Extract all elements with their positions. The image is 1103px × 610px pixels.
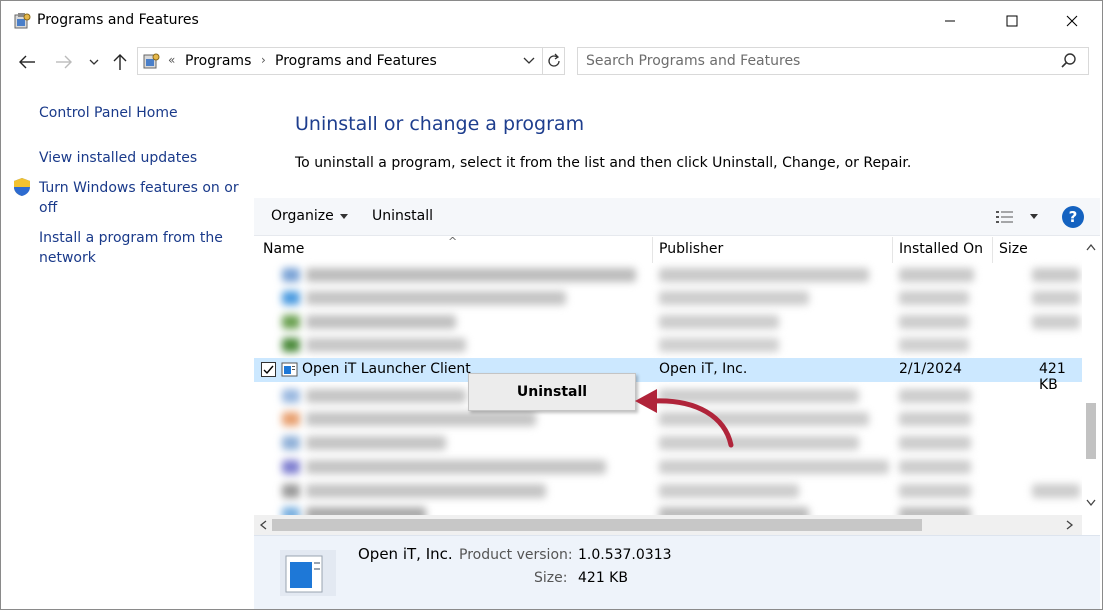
program-installed-on: 2/1/2024 (899, 361, 962, 377)
help-button[interactable]: ? (1062, 206, 1084, 228)
sort-ascending-icon: ^ (448, 237, 458, 248)
close-icon (1066, 15, 1078, 27)
page-title: Uninstall or change a program (295, 113, 585, 135)
breadcrumb-separator-icon: › (261, 53, 266, 67)
up-button[interactable] (109, 51, 131, 73)
turn-windows-features-link[interactable]: Turn Windows features on or off (39, 178, 239, 218)
control-panel-icon (143, 53, 160, 69)
address-dropdown-button[interactable] (520, 52, 538, 70)
program-publisher: Open iT, Inc. (659, 361, 748, 377)
install-from-network-link[interactable]: Install a program from the network (39, 228, 229, 268)
vertical-scroll-thumb[interactable] (1086, 403, 1096, 459)
organize-button[interactable]: Organize (271, 208, 334, 224)
title-bar: Programs and Features (1, 1, 1102, 41)
list-item[interactable] (254, 287, 1082, 309)
context-menu-uninstall[interactable]: Uninstall (469, 376, 635, 408)
view-dropdown-icon[interactable] (1030, 214, 1038, 219)
scroll-left-icon[interactable] (259, 520, 267, 530)
programs-and-features-window: Programs and Features « Programs › Progr… (0, 0, 1103, 610)
maximize-button[interactable] (989, 1, 1035, 41)
details-product-version: 1.0.537.0313 (578, 547, 672, 563)
details-product-version-label: Product version: (459, 547, 573, 563)
breadcrumb-programs[interactable]: Programs (185, 53, 251, 69)
chevron-down-icon (523, 57, 535, 64)
details-size: 421 KB (578, 570, 628, 586)
command-toolbar: Organize Uninstall ? (254, 198, 1100, 236)
program-name: Open iT Launcher Client (302, 361, 471, 377)
uac-shield-icon (14, 178, 30, 196)
back-button[interactable] (16, 51, 38, 73)
column-installed-on[interactable]: Installed On (899, 241, 983, 257)
annotation-arrow-icon (635, 389, 734, 448)
view-installed-updates-link[interactable]: View installed updates (39, 148, 197, 168)
list-item[interactable] (254, 480, 1082, 502)
search-box[interactable] (577, 47, 1089, 75)
context-menu: Uninstall (468, 373, 636, 411)
list-item[interactable] (254, 311, 1082, 333)
control-panel-home-link[interactable]: Control Panel Home (39, 103, 178, 123)
recent-locations-button[interactable] (85, 51, 103, 73)
column-name[interactable]: Name (263, 241, 304, 257)
checkmark-icon (263, 365, 274, 375)
overflow-chevron[interactable]: « (168, 53, 175, 67)
back-arrow-icon (19, 55, 35, 69)
up-arrow-icon (113, 54, 127, 70)
vertical-scrollbar[interactable] (1082, 237, 1100, 517)
view-options-icon[interactable] (995, 209, 1015, 225)
scroll-down-icon[interactable] (1086, 499, 1096, 507)
navigation-bar: « Programs › Programs and Features (1, 41, 1102, 81)
scroll-up-icon[interactable] (1086, 243, 1096, 251)
close-button[interactable] (1049, 1, 1095, 41)
forward-button[interactable] (53, 51, 75, 73)
row-checkbox[interactable] (261, 362, 276, 377)
program-icon (281, 362, 298, 377)
search-input[interactable] (586, 51, 1046, 71)
horizontal-scroll-thumb[interactable] (272, 519, 922, 531)
page-description: To uninstall a program, select it from t… (295, 155, 912, 171)
window-title: Programs and Features (37, 12, 199, 28)
list-column-header: ^ Name Publisher Installed On Size (254, 237, 1082, 263)
control-panel-icon (14, 13, 31, 29)
list-item[interactable] (254, 264, 1082, 286)
list-item[interactable] (254, 334, 1082, 356)
details-pane: Open iT, Inc. Product version: 1.0.537.0… (254, 535, 1100, 609)
horizontal-scrollbar[interactable] (254, 515, 1082, 535)
refresh-button[interactable] (542, 48, 564, 74)
program-large-icon (280, 550, 336, 596)
address-bar[interactable]: « Programs › Programs and Features (137, 47, 565, 75)
column-size[interactable]: Size (999, 241, 1028, 257)
details-size-label: Size: (534, 570, 568, 586)
left-task-pane: Control Panel Home View installed update… (1, 81, 253, 609)
breadcrumb-programs-and-features[interactable]: Programs and Features (275, 53, 437, 69)
scroll-right-icon[interactable] (1066, 520, 1074, 530)
search-icon[interactable] (1060, 52, 1078, 70)
uninstall-toolbar-button[interactable]: Uninstall (372, 208, 433, 224)
minimize-icon (945, 20, 955, 22)
column-publisher[interactable]: Publisher (659, 241, 723, 257)
organize-dropdown-icon (340, 214, 348, 219)
chevron-down-icon (89, 59, 99, 65)
maximize-icon (1006, 15, 1018, 27)
minimize-button[interactable] (927, 1, 973, 41)
refresh-icon (547, 53, 560, 67)
details-publisher: Open iT, Inc. (358, 545, 453, 563)
selected-program-row[interactable]: Open iT Launcher Client Open iT, Inc. 2/… (254, 358, 1082, 393)
forward-arrow-icon (56, 55, 72, 69)
